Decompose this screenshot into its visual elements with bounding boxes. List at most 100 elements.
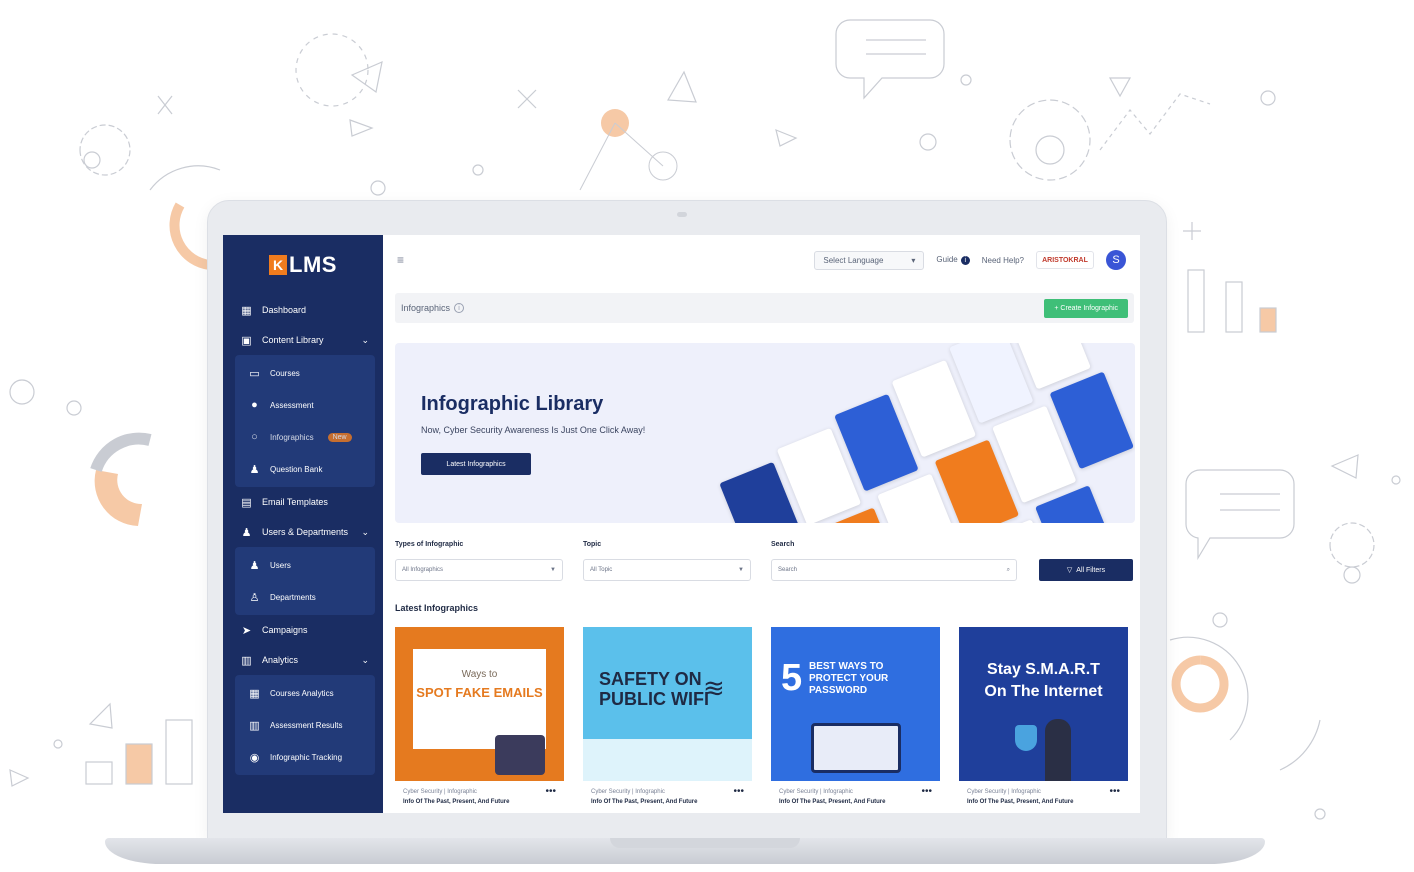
org-icon: ♙	[249, 591, 260, 604]
laptop-camera	[677, 212, 687, 217]
users-submenu: ♟ Users ♙ Departments	[235, 547, 375, 615]
sidebar-item-label: Assessment	[270, 400, 314, 410]
more-options-icon[interactable]: •••	[733, 787, 744, 797]
info-icon: i	[960, 256, 970, 265]
type-filter-value: All Infographics	[402, 567, 444, 573]
sidebar-item-label: Content Library	[262, 335, 324, 345]
sidebar-item-content-library[interactable]: ▣ Content Library ⌄	[223, 325, 383, 355]
logo-text: LMS	[289, 252, 337, 277]
card-category: Cyber Security | Infographic	[967, 789, 1041, 795]
search-icon: ⌕	[1006, 566, 1010, 573]
info-icon[interactable]: i	[454, 303, 465, 313]
language-select[interactable]: Select Language ▾	[814, 250, 925, 270]
topic-filter-value: All Topic	[590, 567, 613, 573]
sidebar-item-infographic-tracking[interactable]: ◉ Infographic Tracking	[235, 741, 375, 773]
guide-label: Guide	[936, 255, 958, 264]
sidebar-item-label: Dashboard	[262, 305, 307, 315]
sidebar-item-dashboard[interactable]: ▦ Dashboard	[223, 295, 383, 325]
sidebar: K LMS ▦ Dashboard ▣ Content Library ⌄ ▭ …	[223, 235, 383, 813]
chevron-down-icon: ▾	[911, 255, 916, 265]
card-title: Info Of The Past, Present, And Future	[403, 799, 510, 805]
infographic-card[interactable]: 5 BEST WAYS TO PROTECT YOUR PASSWORD Cyb…	[771, 627, 940, 813]
language-select-value: Select Language	[823, 255, 884, 265]
filter-icon: ▽	[1066, 567, 1073, 574]
presentation-icon: ▭	[249, 367, 260, 380]
card-headline: 5	[781, 657, 803, 699]
sidebar-item-label: Courses	[270, 368, 300, 378]
card-title: Info Of The Past, Present, And Future	[591, 799, 698, 805]
laptop-illustration	[811, 723, 901, 773]
card-headline-2: BEST WAYS TO PROTECT YOUR PASSWORD	[809, 661, 889, 696]
all-filters-button[interactable]: ▽ All Filters	[1039, 559, 1133, 581]
sidebar-item-assessment[interactable]: ● Assessment	[235, 389, 375, 421]
laptop-base-notch	[610, 838, 800, 848]
page-title: Infographics	[401, 303, 451, 313]
more-options-icon[interactable]: •••	[1109, 787, 1120, 797]
banner-title: Infographic Library	[421, 393, 604, 415]
guide-link[interactable]: Guide i	[936, 255, 970, 265]
latest-infographics-button[interactable]: Latest Infographics	[421, 453, 531, 475]
sidebar-item-label: Assessment Results	[270, 720, 343, 730]
clipboard-icon: ▥	[249, 719, 260, 732]
sidebar-item-assessment-results[interactable]: ▥ Assessment Results	[235, 709, 375, 741]
more-options-icon[interactable]: •••	[921, 787, 932, 797]
shield-icon	[1015, 725, 1037, 751]
app-logo[interactable]: K LMS	[223, 235, 383, 295]
menu-toggle-icon[interactable]: ≡	[397, 253, 404, 267]
circle-icon: ○	[251, 431, 258, 443]
sidebar-item-infographics[interactable]: ○ Infographics New	[235, 421, 375, 453]
infographic-banner: Infographic Library Now, Cyber Security …	[395, 343, 1135, 523]
top-bar-actions: Select Language ▾ Guide i Need Help? ARIS…	[814, 250, 1126, 270]
sidebar-item-courses-analytics[interactable]: ▦ Courses Analytics	[235, 677, 375, 709]
banner-illustration	[686, 343, 1135, 523]
sidebar-item-analytics[interactable]: ▥ Analytics ⌄	[223, 645, 383, 675]
infographic-card[interactable]: Stay S.M.A.R.T On The Internet Cyber Sec…	[959, 627, 1128, 813]
top-bar: ≡ Select Language ▾ Guide i Need Help? AR…	[383, 235, 1140, 285]
type-filter-label: Types of Infographic	[395, 541, 464, 548]
search-placeholder: Search	[778, 567, 798, 573]
search-label: Search	[771, 541, 795, 548]
logo-mark: K	[269, 255, 288, 275]
topic-filter-select[interactable]: All Topic ▼	[583, 559, 751, 581]
sidebar-item-email-templates[interactable]: ▤ Email Templates	[223, 487, 383, 517]
card-headline-2: SPOT FAKE EMAILS	[416, 685, 543, 700]
sidebar-item-label: Email Templates	[262, 497, 328, 507]
app-screen: K LMS ▦ Dashboard ▣ Content Library ⌄ ▭ …	[223, 235, 1140, 813]
sidebar-item-users-departments[interactable]: ♟ Users & Departments ⌄	[223, 517, 383, 547]
sidebar-item-label: Infographics	[270, 432, 314, 442]
analytics-submenu: ▦ Courses Analytics ▥ Assessment Results…	[235, 675, 375, 775]
section-title: Latest Infographics	[395, 603, 479, 613]
page-title-bar: Infographics i + Create Infographic	[395, 293, 1134, 323]
main-content: ≡ Select Language ▾ Guide i Need Help? AR…	[383, 235, 1140, 813]
search-icon: ●	[251, 399, 258, 411]
create-infographic-button[interactable]: + Create Infographic	[1044, 298, 1128, 318]
caret-down-icon: ▼	[738, 567, 744, 573]
all-filters-label: All Filters	[1076, 566, 1106, 574]
sidebar-item-question-bank[interactable]: ♟ Question Bank	[235, 453, 375, 485]
card-headline: Ways to	[461, 669, 498, 680]
more-options-icon[interactable]: •••	[545, 787, 556, 797]
help-link[interactable]: Need Help?	[982, 256, 1024, 265]
infographic-card[interactable]: SAFETY ON PUBLIC WIFI ≋ Cyber Security |…	[583, 627, 752, 813]
card-category: Cyber Security | Infographic	[591, 789, 665, 795]
sidebar-item-campaigns[interactable]: ➤ Campaigns	[223, 615, 383, 645]
infographic-grid: Ways to SPOT FAKE EMAILS Cyber Security …	[395, 627, 1135, 813]
sidebar-item-label: Analytics	[262, 655, 299, 665]
city-skyline-illustration	[583, 739, 752, 781]
card-headline-2: PUBLIC WIFI	[599, 689, 709, 709]
sidebar-item-users[interactable]: ♟ Users	[235, 549, 375, 581]
new-badge: New	[327, 432, 352, 442]
type-filter-select[interactable]: All Infographics ▼	[395, 559, 563, 581]
user-icon: ♟	[249, 463, 260, 476]
user-avatar[interactable]: S	[1106, 250, 1126, 270]
caret-down-icon: ▼	[550, 567, 556, 573]
sidebar-item-departments[interactable]: ♙ Departments	[235, 581, 375, 613]
sidebar-item-courses[interactable]: ▭ Courses	[235, 357, 375, 389]
grid-icon: ▦	[241, 304, 252, 317]
template-icon: ▤	[241, 496, 252, 509]
infographic-card[interactable]: Ways to SPOT FAKE EMAILS Cyber Security …	[395, 627, 564, 813]
infographic-thumbnail: Stay S.M.A.R.T On The Internet	[959, 627, 1128, 781]
user-icon: ♟	[241, 526, 252, 539]
clipboard-icon: ▥	[241, 654, 252, 667]
search-input[interactable]: Search ⌕	[771, 559, 1017, 581]
